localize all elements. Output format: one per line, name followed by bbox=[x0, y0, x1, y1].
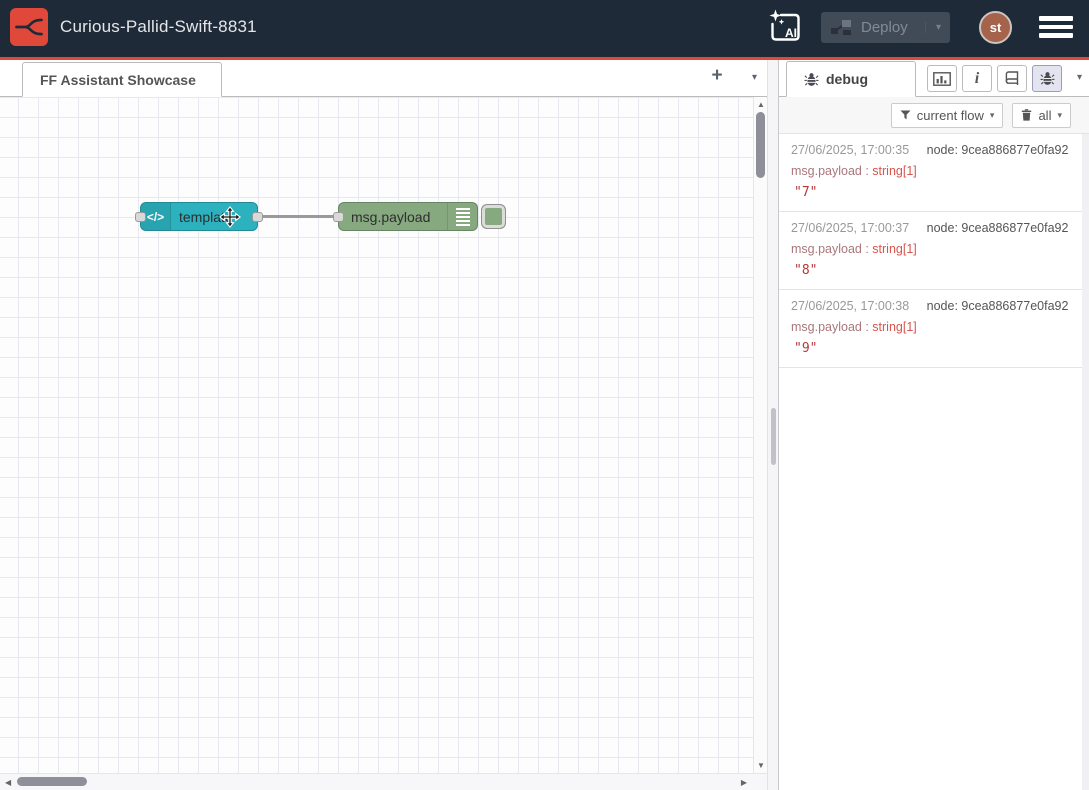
debug-message[interactable]: 27/06/2025, 17:00:37 node: 9cea886877e0f… bbox=[779, 212, 1082, 290]
message-path: msg.payload : string[1] bbox=[791, 242, 1070, 256]
message-type: string[1] bbox=[872, 164, 916, 178]
message-node-id: node: 9cea886877e0fa92 bbox=[927, 143, 1069, 157]
tab-ff-assistant-showcase[interactable]: FF Assistant Showcase bbox=[22, 62, 222, 97]
sidebar-menu-caret-icon[interactable]: ▾ bbox=[1077, 72, 1082, 83]
node-label: msg.payload bbox=[351, 209, 430, 225]
node-debug[interactable]: msg.payload bbox=[338, 202, 478, 231]
debug-tab-label: debug bbox=[826, 71, 868, 87]
add-flow-button[interactable]: + bbox=[705, 65, 729, 87]
scroll-right-icon[interactable]: ▶ bbox=[741, 778, 747, 787]
main-menu-button[interactable] bbox=[1037, 12, 1075, 42]
horizontal-scroll-thumb[interactable] bbox=[17, 777, 87, 786]
ai-label: AI bbox=[785, 26, 797, 40]
debug-message[interactable]: 27/06/2025, 17:00:38 node: 9cea886877e0f… bbox=[779, 290, 1082, 368]
flow-list-caret-icon[interactable]: ▾ bbox=[752, 72, 757, 83]
message-property: msg.payload bbox=[791, 242, 862, 256]
message-list-scrollbar-gutter[interactable] bbox=[1082, 134, 1089, 790]
logo-glyph-icon bbox=[14, 12, 44, 42]
message-property: msg.payload bbox=[791, 320, 862, 334]
bug-icon bbox=[804, 72, 819, 87]
debug-filter-button[interactable]: current flow ▾ bbox=[891, 103, 1004, 128]
move-cursor-icon bbox=[219, 206, 241, 233]
burger-bar bbox=[1039, 25, 1073, 30]
deploy-nodes-icon bbox=[830, 17, 852, 37]
debug-toolbar: current flow ▾ all ▾ bbox=[779, 97, 1089, 134]
sidebar-splitter[interactable] bbox=[767, 60, 779, 790]
message-timestamp: 27/06/2025, 17:00:37 bbox=[791, 221, 909, 235]
flow-canvas[interactable]: </> template msg.payload ▲ bbox=[0, 97, 767, 790]
deploy-button[interactable]: Deploy ▾ bbox=[821, 12, 950, 43]
dashboard-panel-button[interactable] bbox=[927, 65, 957, 92]
clear-label: all bbox=[1038, 108, 1051, 123]
instance-title: Curious-Pallid-Swift-8831 bbox=[60, 17, 257, 37]
message-node-id: node: 9cea886877e0fa92 bbox=[927, 299, 1069, 313]
message-node-id: node: 9cea886877e0fa92 bbox=[927, 221, 1069, 235]
debug-message[interactable]: 27/06/2025, 17:00:35 node: 9cea886877e0f… bbox=[779, 134, 1082, 212]
sidebar: debug i bbox=[779, 60, 1089, 790]
help-panel-button[interactable] bbox=[997, 65, 1027, 92]
path-separator: : bbox=[862, 164, 872, 178]
input-port[interactable] bbox=[135, 212, 146, 222]
output-port[interactable] bbox=[252, 212, 263, 222]
funnel-icon bbox=[900, 110, 911, 120]
scroll-left-icon[interactable]: ◀ bbox=[5, 778, 11, 787]
node-red-editor: Curious-Pallid-Swift-8831 AI Deploy bbox=[0, 0, 1089, 790]
info-panel-button[interactable]: i bbox=[962, 65, 992, 92]
header-actions: AI Deploy ▾ st bbox=[766, 8, 1075, 46]
message-path: msg.payload : string[1] bbox=[791, 320, 1070, 334]
splitter-grip[interactable] bbox=[771, 408, 776, 465]
message-timestamp: 27/06/2025, 17:00:38 bbox=[791, 299, 909, 313]
message-value[interactable]: "9" bbox=[791, 341, 1070, 356]
message-meta: 27/06/2025, 17:00:35 node: 9cea886877e0f… bbox=[791, 143, 1070, 157]
tab-debug[interactable]: debug bbox=[786, 61, 916, 97]
canvas-horizontal-scrollbar[interactable]: ◀ ▶ bbox=[0, 773, 767, 790]
burger-bar bbox=[1039, 33, 1073, 38]
flowfuse-logo-icon[interactable] bbox=[10, 8, 48, 46]
info-icon: i bbox=[975, 70, 979, 88]
list-icon bbox=[447, 203, 477, 230]
message-value[interactable]: "7" bbox=[791, 185, 1070, 200]
message-path: msg.payload : string[1] bbox=[791, 164, 1070, 178]
message-meta: 27/06/2025, 17:00:37 node: 9cea886877e0f… bbox=[791, 221, 1070, 235]
sidebar-tabbar: debug i bbox=[779, 60, 1089, 97]
vertical-scroll-thumb[interactable] bbox=[756, 112, 765, 178]
path-separator: : bbox=[862, 320, 872, 334]
message-value[interactable]: "8" bbox=[791, 263, 1070, 278]
message-type: string[1] bbox=[872, 320, 916, 334]
filter-caret-icon: ▾ bbox=[990, 110, 995, 121]
message-timestamp: 27/06/2025, 17:00:35 bbox=[791, 143, 909, 157]
deploy-dropdown-caret-icon[interactable]: ▾ bbox=[925, 22, 941, 33]
workspace-tabbar: FF Assistant Showcase + ▾ bbox=[0, 60, 767, 97]
debug-message-list[interactable]: 27/06/2025, 17:00:35 node: 9cea886877e0f… bbox=[779, 134, 1082, 790]
trash-icon bbox=[1021, 109, 1032, 121]
message-meta: 27/06/2025, 17:00:38 node: 9cea886877e0f… bbox=[791, 299, 1070, 313]
scroll-down-icon[interactable]: ▼ bbox=[754, 761, 768, 770]
book-icon bbox=[1004, 71, 1020, 86]
bug-icon bbox=[1040, 71, 1055, 86]
ai-assistant-button[interactable]: AI bbox=[766, 8, 804, 46]
filter-label: current flow bbox=[917, 108, 984, 123]
header: Curious-Pallid-Swift-8831 AI Deploy bbox=[0, 0, 1089, 60]
path-separator: : bbox=[862, 242, 872, 256]
scroll-up-icon[interactable]: ▲ bbox=[754, 100, 768, 109]
user-avatar[interactable]: st bbox=[979, 11, 1012, 44]
debug-enable-toggle[interactable] bbox=[481, 204, 506, 229]
burger-bar bbox=[1039, 16, 1073, 21]
deploy-label: Deploy bbox=[861, 19, 908, 36]
bar-chart-icon bbox=[933, 72, 951, 86]
input-port[interactable] bbox=[333, 212, 344, 222]
wire[interactable] bbox=[260, 215, 340, 218]
debug-panel-button[interactable] bbox=[1032, 65, 1062, 92]
message-type: string[1] bbox=[872, 242, 916, 256]
debug-clear-button[interactable]: all ▾ bbox=[1012, 103, 1071, 128]
message-property: msg.payload bbox=[791, 164, 862, 178]
clear-caret-icon: ▾ bbox=[1057, 110, 1062, 121]
workspace-pane: FF Assistant Showcase + ▾ </> template m… bbox=[0, 60, 767, 790]
sidebar-panel-buttons: i bbox=[927, 65, 1062, 92]
canvas-vertical-scrollbar[interactable]: ▲ ▼ bbox=[753, 97, 767, 773]
